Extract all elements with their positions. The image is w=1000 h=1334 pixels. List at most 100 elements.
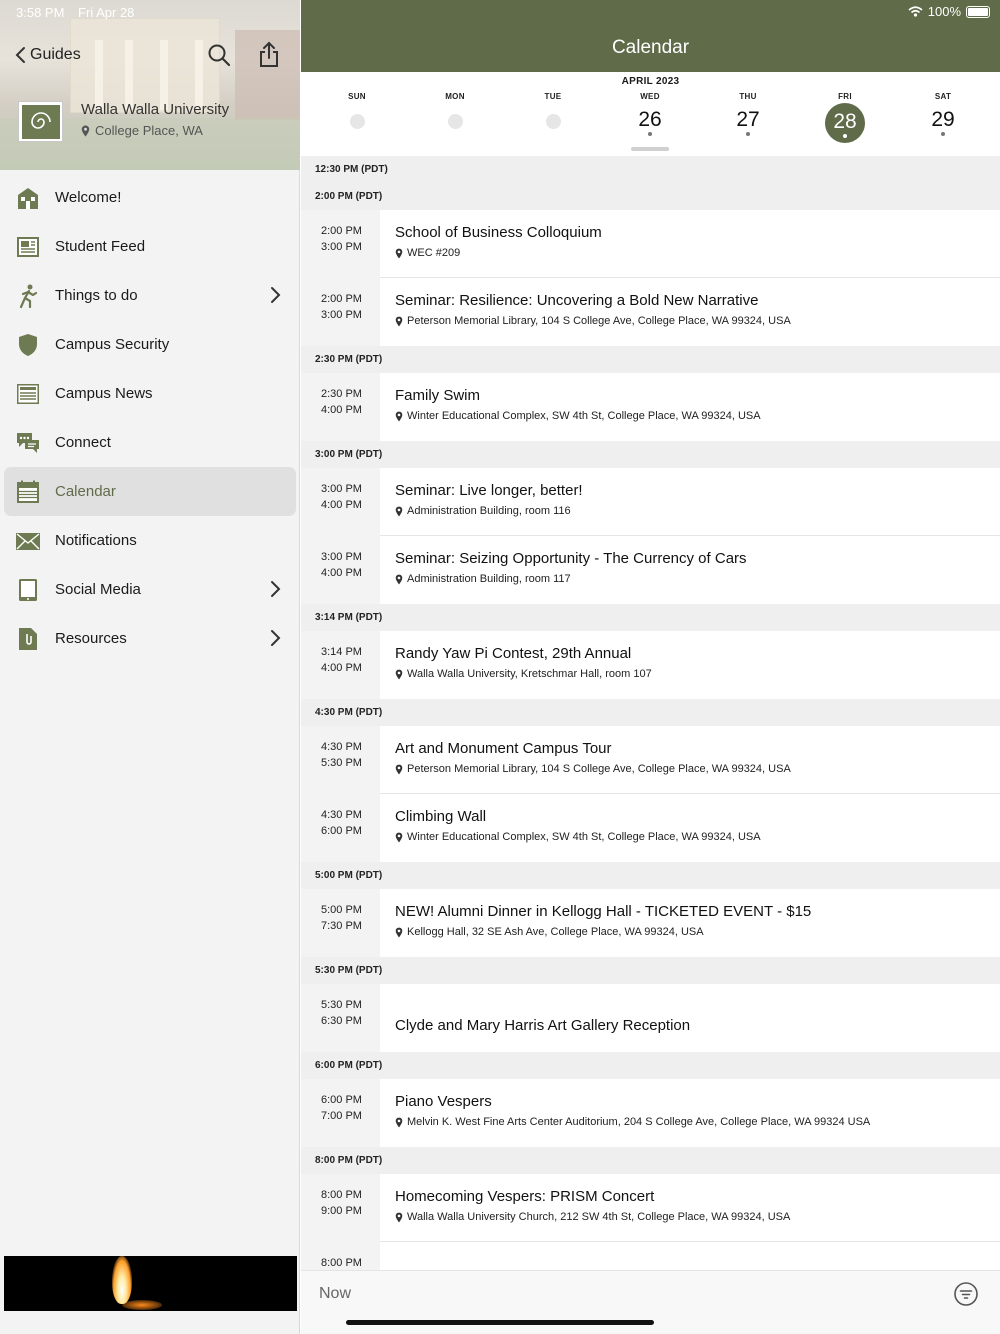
now-button[interactable]: Now: [319, 1285, 351, 1303]
location-pin-icon: [395, 832, 403, 843]
event-title: Art and Monument Campus Tour: [395, 740, 612, 757]
chevron-right-icon: [270, 580, 282, 598]
sidebar-item-connect[interactable]: Connect: [0, 418, 300, 467]
filter-icon[interactable]: [953, 1281, 979, 1307]
event-location-text: Administration Building, room 117: [407, 573, 571, 585]
event-start-time: 8:00 PM: [321, 1257, 362, 1269]
event-start-time: 2:00 PM: [321, 225, 362, 237]
day-thu[interactable]: THU 27: [718, 92, 778, 136]
week-strip: APRIL 2023 SUN MON TUE WED 26 THU 27 FRI 28 SAT 29: [301, 72, 1000, 156]
event-row[interactable]: 4:30 PM 6:00 PM Climbing Wall Winter Edu…: [301, 794, 1000, 862]
event-location-text: Winter Educational Complex, SW 4th St, C…: [407, 410, 761, 422]
day-mon[interactable]: MON: [425, 92, 485, 129]
organization-name: Walla Walla University: [81, 101, 230, 118]
navigation-bar: 100% Calendar: [301, 0, 1000, 72]
event-row[interactable]: 5:30 PM 6:30 PM Clyde and Mary Harris Ar…: [301, 984, 1000, 1052]
event-location-text: Walla Walla University, Kretschmar Hall,…: [407, 668, 652, 680]
event-title: Clyde and Mary Harris Art Gallery Recept…: [395, 1017, 691, 1034]
sidebar-item-label: Resources: [55, 630, 127, 647]
sidebar-item-campus-news[interactable]: Campus News: [0, 369, 300, 418]
sidebar-item-label: Social Media: [55, 581, 141, 598]
event-title: NEW! Alumni Dinner in Kellogg Hall - TIC…: [395, 903, 812, 920]
event-row[interactable]: 2:30 PM 4:00 PM Family Swim Winter Educa…: [301, 373, 1000, 441]
sidebar-item-calendar[interactable]: Calendar: [4, 467, 296, 516]
event-time-column: 6:00 PM 7:00 PM: [301, 1079, 380, 1147]
day-name: SAT: [934, 92, 952, 101]
event-location: Administration Building, room 117: [395, 573, 571, 585]
event-location: Melvin K. West Fine Arts Center Auditori…: [395, 1116, 870, 1128]
event-row[interactable]: 2:00 PM 3:00 PM School of Business Collo…: [301, 210, 1000, 278]
sidebar-item-campus-security[interactable]: Campus Security: [0, 320, 300, 369]
sidebar-item-notifications[interactable]: Notifications: [0, 516, 300, 565]
event-indicator-dot: [746, 132, 750, 136]
time-group-header: 4:30 PM (PDT): [301, 699, 1000, 726]
sidebar-item-things-to-do[interactable]: Things to do: [0, 271, 300, 320]
candle-video-thumbnail[interactable]: [4, 1256, 297, 1311]
location-pin-icon: [395, 1117, 403, 1128]
sidebar-item-social-media[interactable]: Social Media: [0, 565, 300, 614]
day-tue[interactable]: TUE: [523, 92, 583, 129]
day-wed[interactable]: WED 26: [620, 92, 680, 136]
event-list: 12:30 PM (PDT) 2:00 PM (PDT) 2:00 PM 3:00…: [301, 156, 1000, 1310]
event-end-time: 7:30 PM: [321, 920, 362, 932]
event-start-time: 2:30 PM: [321, 388, 362, 400]
chat-bubbles-icon: [14, 429, 42, 457]
sidebar-item-resources[interactable]: Resources: [0, 614, 300, 663]
back-button[interactable]: Guides: [14, 44, 81, 66]
sidebar-item-label: Connect: [55, 434, 111, 451]
time-group-header: 12:30 PM (PDT): [301, 156, 1000, 183]
sidebar-item-welcome[interactable]: Welcome!: [0, 173, 300, 222]
event-row[interactable]: 8:00 PM 9:00 PM Homecoming Vespers: PRIS…: [301, 1174, 1000, 1242]
event-end-time: 4:00 PM: [321, 662, 362, 674]
day-sat[interactable]: SAT 29: [913, 92, 973, 136]
event-start-time: 3:14 PM: [321, 646, 362, 658]
day-sun[interactable]: SUN: [327, 92, 387, 129]
event-time-column: 2:30 PM 4:00 PM: [301, 373, 380, 441]
selected-day-circle: 28: [825, 103, 865, 143]
event-row[interactable]: 6:00 PM 7:00 PM Piano Vespers Melvin K. …: [301, 1079, 1000, 1147]
event-row[interactable]: 3:00 PM 4:00 PM Seminar: Seizing Opportu…: [301, 536, 1000, 604]
event-end-time: 3:00 PM: [321, 309, 362, 321]
event-end-time: 7:00 PM: [321, 1110, 362, 1122]
time-group-header: 5:30 PM (PDT): [301, 957, 1000, 984]
event-time-column: 2:00 PM 3:00 PM: [301, 210, 380, 278]
event-location: Kellogg Hall, 32 SE Ash Ave, College Pla…: [395, 926, 704, 938]
home-indicator: [346, 1320, 654, 1325]
envelope-icon: [14, 527, 42, 555]
event-location: Administration Building, room 116: [395, 505, 571, 517]
event-row[interactable]: 2:00 PM 3:00 PM Seminar: Resilience: Unc…: [301, 278, 1000, 346]
event-title: Climbing Wall: [395, 808, 487, 825]
running-person-icon: [14, 282, 42, 310]
empty-day-dot: [349, 114, 365, 129]
day-name: SUN: [348, 92, 366, 101]
event-title: Seminar: Live longer, better!: [395, 482, 583, 499]
event-row[interactable]: 5:00 PM 7:30 PM NEW! Alumni Dinner in Ke…: [301, 889, 1000, 957]
university-logo: [18, 101, 63, 142]
tablet-icon: [14, 576, 42, 604]
event-start-time: 4:30 PM: [321, 741, 362, 753]
location-pin-icon: [81, 125, 90, 136]
search-icon[interactable]: [206, 42, 232, 68]
week-strip-handle[interactable]: [631, 147, 669, 151]
sidebar-item-student-feed[interactable]: Student Feed: [0, 222, 300, 271]
time-group-header: 3:00 PM (PDT): [301, 441, 1000, 468]
guide-header: 3:58 PM Fri Apr 28 Guides Walla Walla Un…: [0, 0, 300, 170]
event-title: Seminar: Seizing Opportunity - The Curre…: [395, 550, 747, 567]
day-fri[interactable]: FRI 28: [815, 92, 875, 143]
time-group-header: 2:00 PM (PDT): [301, 183, 1000, 210]
document-clip-icon: [14, 625, 42, 653]
event-location: Peterson Memorial Library, 104 S College…: [395, 763, 791, 775]
event-row[interactable]: 4:30 PM 5:30 PM Art and Monument Campus …: [301, 726, 1000, 794]
swirl-logo-icon: [30, 111, 51, 129]
shield-icon: [14, 331, 42, 359]
location-pin-icon: [395, 669, 403, 680]
house-icon: [14, 184, 42, 212]
status-bar-right: 100%: [908, 4, 990, 19]
event-location-text: Peterson Memorial Library, 104 S College…: [407, 315, 791, 327]
event-row[interactable]: 3:14 PM 4:00 PM Randy Yaw Pi Contest, 29…: [301, 631, 1000, 699]
event-time-column: 5:30 PM 6:30 PM: [301, 984, 380, 1052]
share-icon[interactable]: [256, 40, 282, 68]
event-title: Family Swim: [395, 387, 480, 404]
event-row[interactable]: 3:00 PM 4:00 PM Seminar: Live longer, be…: [301, 468, 1000, 536]
sidebar-item-label: Things to do: [55, 287, 138, 304]
